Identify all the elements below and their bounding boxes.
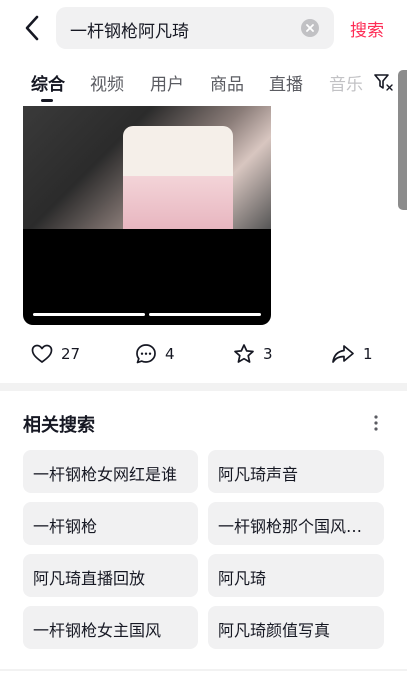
share-button[interactable]: 1	[331, 340, 373, 368]
heart-icon	[31, 344, 53, 363]
filter-button[interactable]	[372, 71, 394, 93]
search-input[interactable]: 一杆钢枪阿凡琦	[70, 17, 189, 42]
tab-live[interactable]: 直播	[269, 70, 303, 95]
related-search-chip[interactable]: 阿凡琦声音	[208, 450, 384, 493]
related-search-chip[interactable]: 一杆钢枪	[23, 502, 198, 545]
related-search-chip[interactable]: 阿凡琦颜值写真	[208, 606, 384, 649]
top-bar: 一杆钢枪阿凡琦 搜索 综合 视频 用户 商品 直播 音乐	[0, 0, 407, 106]
back-button[interactable]	[16, 12, 48, 44]
more-options-button[interactable]	[366, 413, 386, 433]
star-icon	[234, 344, 254, 363]
tab-goods[interactable]: 商品	[210, 70, 244, 95]
like-button[interactable]: 27	[31, 340, 80, 368]
related-search-chip[interactable]: 阿凡琦	[208, 554, 384, 597]
search-field[interactable]: 一杆钢枪阿凡琦	[56, 7, 334, 49]
comment-icon	[136, 344, 156, 364]
share-icon	[332, 345, 354, 363]
search-button[interactable]: 搜索	[350, 16, 384, 41]
apron-print	[123, 176, 233, 229]
favorite-count: 3	[263, 345, 273, 363]
progress-segment	[149, 313, 261, 316]
next-card-edge	[0, 671, 407, 684]
chevron-left-icon	[25, 15, 39, 41]
video-frame	[23, 106, 271, 229]
active-tab-indicator	[41, 99, 53, 102]
scrollbar[interactable]	[398, 70, 407, 210]
related-search-chip[interactable]: 一杆钢枪女主国风	[23, 606, 198, 649]
tab-music[interactable]: 音乐	[329, 70, 363, 95]
related-search-chip[interactable]: 一杆钢枪女网红是谁	[23, 450, 198, 493]
tab-video[interactable]: 视频	[90, 70, 124, 95]
action-bar: 27 4 3 1	[0, 340, 407, 368]
share-count: 1	[363, 345, 373, 363]
video-result-card: 27 4 3 1	[0, 106, 407, 383]
favorite-button[interactable]: 3	[233, 340, 273, 368]
related-searches-title: 相关搜索	[23, 415, 95, 436]
related-search-chip[interactable]: 阿凡琦直播回放	[23, 554, 198, 597]
close-icon	[306, 24, 314, 32]
like-count: 27	[61, 345, 81, 363]
tab-bar: 综合 视频 用户 商品 直播 音乐	[0, 62, 407, 102]
tab-user[interactable]: 用户	[150, 70, 184, 95]
comment-count: 4	[165, 345, 175, 363]
clear-search-button[interactable]	[301, 19, 319, 37]
comment-button[interactable]: 4	[135, 340, 175, 368]
filter-icon	[374, 74, 393, 91]
related-searches-panel: 相关搜索 一杆钢枪女网红是谁 阿凡琦声音 一杆钢枪 一杆钢枪那个国风… 阿凡琦直…	[0, 391, 407, 669]
related-search-chip[interactable]: 一杆钢枪那个国风…	[208, 502, 384, 545]
video-progress-segments	[33, 313, 261, 316]
more-vertical-icon	[374, 415, 378, 431]
video-thumbnail[interactable]	[23, 106, 271, 325]
tab-comprehensive[interactable]: 综合	[31, 70, 65, 95]
progress-segment	[33, 313, 145, 316]
